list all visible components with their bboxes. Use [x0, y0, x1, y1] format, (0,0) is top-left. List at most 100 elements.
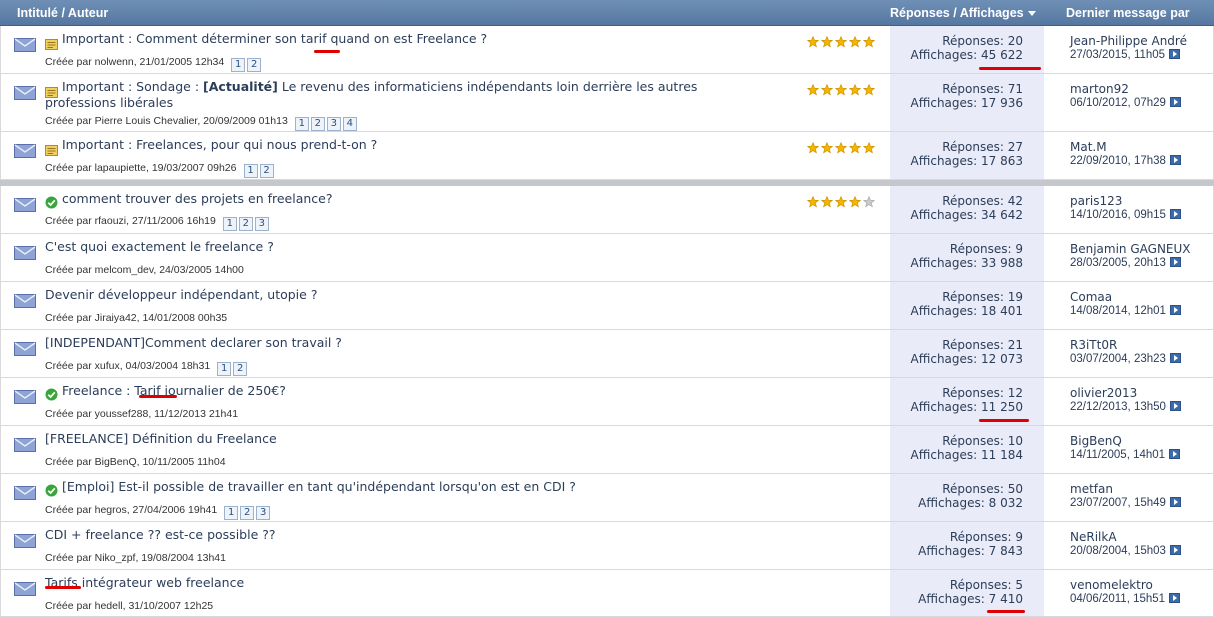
go-to-last-post-icon[interactable]	[1169, 497, 1181, 507]
envelope-icon[interactable]	[14, 437, 36, 452]
last-poster-name[interactable]: Mat.M	[1070, 140, 1107, 154]
envelope-icon[interactable]	[14, 581, 36, 596]
last-poster-name[interactable]: marton92	[1070, 82, 1129, 96]
thread-title-text[interactable]: [Emploi] Est-il possible de travailler e…	[62, 479, 576, 494]
important-prefix: Important :	[62, 137, 137, 152]
go-to-last-post-icon[interactable]	[1169, 401, 1181, 411]
title-author-column-header[interactable]: Intitulé / Auteur	[17, 0, 108, 26]
thread-title[interactable]: C'est quoi exactement le freelance ?	[45, 239, 785, 255]
thread-title[interactable]: [FREELANCE] Définition du Freelance	[45, 431, 785, 447]
go-to-last-post-icon[interactable]	[1169, 449, 1181, 459]
go-to-last-post-icon[interactable]	[1169, 97, 1181, 107]
star-icon	[848, 139, 862, 154]
envelope-icon[interactable]	[14, 533, 36, 548]
page-link[interactable]: 2	[240, 506, 255, 520]
thread-title[interactable]: comment trouver des projets en freelance…	[62, 191, 802, 207]
last-post-date: 14/11/2005, 14h01	[1070, 449, 1181, 461]
envelope-icon[interactable]	[14, 197, 36, 212]
last-poster-name[interactable]: metfan	[1070, 482, 1113, 496]
page-link[interactable]: 2	[310, 117, 325, 131]
star-icon	[834, 33, 848, 48]
thread-title[interactable]: [Emploi] Est-il possible de travailler e…	[62, 479, 802, 495]
important-icon	[45, 35, 58, 50]
star-icon	[862, 81, 876, 96]
envelope-icon[interactable]	[14, 143, 36, 158]
stats-cell: Réponses: 20 Affichages: 45 622	[890, 26, 1044, 73]
last-poster-name[interactable]: Jean-Philippe André	[1070, 34, 1187, 48]
envelope-icon[interactable]	[14, 389, 36, 404]
last-poster-name[interactable]: Comaa	[1070, 290, 1112, 304]
thread-title-text[interactable]: [FREELANCE] Définition du Freelance	[45, 431, 277, 446]
page-link[interactable]: 1	[224, 506, 239, 520]
last-post-date-text: 23/07/2007, 15h49	[1070, 497, 1166, 509]
go-to-last-post-icon[interactable]	[1169, 305, 1181, 315]
replies-count: Réponses: 9	[949, 530, 1023, 544]
envelope-icon[interactable]	[14, 485, 36, 500]
thread-title-text[interactable]: C'est quoi exactement le freelance ?	[45, 239, 274, 254]
last-poster-name[interactable]: Benjamin GAGNEUX	[1070, 242, 1191, 256]
page-link[interactable]: 1	[294, 117, 309, 131]
thread-title[interactable]: CDI + freelance ?? est-ce possible ??	[45, 527, 785, 543]
star-icon	[834, 193, 848, 208]
page-link[interactable]: 1	[231, 58, 246, 72]
last-poster-name[interactable]: R3iTt0R	[1070, 338, 1117, 352]
last-poster-name[interactable]: venomelektro	[1070, 578, 1153, 592]
star-icon	[862, 33, 876, 48]
go-to-last-post-icon[interactable]	[1169, 209, 1181, 219]
page-link[interactable]: 1	[222, 217, 237, 231]
replies-count: Réponses: 21	[942, 338, 1023, 352]
thread-title[interactable]: [INDEPENDANT]Comment declarer son travai…	[45, 335, 785, 351]
thread-title[interactable]: Important : Sondage : [Actualité] Le rev…	[45, 79, 745, 111]
thread-author-line: Créée par Pierre Louis Chevalier, 20/09/…	[45, 115, 357, 131]
sort-descending-icon[interactable]	[1028, 11, 1036, 16]
page-link[interactable]: 2	[238, 217, 253, 231]
page-link[interactable]: 4	[342, 117, 357, 131]
envelope-icon[interactable]	[14, 85, 36, 100]
replies-views-column-header[interactable]: Réponses / Affichages	[890, 0, 1024, 26]
thread-title-text[interactable]: [INDEPENDANT]Comment declarer son travai…	[45, 335, 342, 350]
last-post-date-text: 27/03/2015, 11h05	[1070, 49, 1166, 61]
page-link[interactable]: 2	[233, 362, 248, 376]
last-message-column-header[interactable]: Dernier message par	[1066, 0, 1190, 26]
page-link[interactable]: 1	[243, 164, 258, 178]
go-to-last-post-icon[interactable]	[1169, 545, 1181, 555]
go-to-last-post-icon[interactable]	[1169, 155, 1181, 165]
go-to-last-post-icon[interactable]	[1169, 353, 1181, 363]
page-link[interactable]: 1	[217, 362, 232, 376]
envelope-icon[interactable]	[14, 245, 36, 260]
replies-count: Réponses: 71	[942, 82, 1023, 96]
last-poster-name[interactable]: NeRilkA	[1070, 530, 1117, 544]
thread-title[interactable]: Devenir développeur indépendant, utopie …	[45, 287, 785, 303]
page-link[interactable]: 2	[259, 164, 274, 178]
last-poster-name[interactable]: olivier2013	[1070, 386, 1137, 400]
page-link[interactable]: 3	[256, 506, 271, 520]
thread-title[interactable]: Tarifs intégrateur web freelance	[45, 575, 785, 591]
thread-title-text[interactable]: Freelances, pour qui nous prend-t-on ?	[136, 137, 377, 152]
envelope-icon[interactable]	[14, 37, 36, 52]
replies-count: Réponses: 5	[949, 578, 1023, 592]
envelope-icon[interactable]	[14, 293, 36, 308]
page-link[interactable]: 3	[254, 217, 269, 231]
thread-row: [INDEPENDANT]Comment declarer son travai…	[0, 330, 1214, 378]
last-poster-name[interactable]: paris123	[1070, 194, 1122, 208]
thread-title-text[interactable]: CDI + freelance ?? est-ce possible ??	[45, 527, 276, 542]
star-icon	[862, 193, 876, 208]
thread-title-text[interactable]: Devenir développeur indépendant, utopie …	[45, 287, 317, 302]
author-date: Créée par BigBenQ, 10/11/2005 11h04	[45, 456, 226, 468]
go-to-last-post-icon[interactable]	[1169, 593, 1181, 603]
go-to-last-post-icon[interactable]	[1169, 49, 1181, 59]
thread-title-text[interactable]: Comment déterminer son tarif quand on es…	[136, 31, 487, 46]
thread-title-text[interactable]: comment trouver des projets en freelance…	[62, 191, 333, 206]
envelope-icon[interactable]	[14, 341, 36, 356]
thread-title[interactable]: Important : Comment déterminer son tarif…	[62, 31, 802, 47]
last-post-date-text: 22/12/2013, 13h50	[1070, 401, 1166, 413]
replies-count: Réponses: 27	[942, 140, 1023, 154]
red-underline-mark	[979, 419, 1029, 422]
last-poster-name[interactable]: BigBenQ	[1070, 434, 1122, 448]
last-post-date-text: 06/10/2012, 07h29	[1070, 97, 1166, 109]
page-link[interactable]: 3	[326, 117, 341, 131]
page-link[interactable]: 2	[247, 58, 262, 72]
go-to-last-post-icon[interactable]	[1169, 257, 1181, 267]
thread-title[interactable]: Important : Freelances, pour qui nous pr…	[62, 137, 802, 153]
thread-row: Devenir développeur indépendant, utopie …	[0, 282, 1214, 330]
